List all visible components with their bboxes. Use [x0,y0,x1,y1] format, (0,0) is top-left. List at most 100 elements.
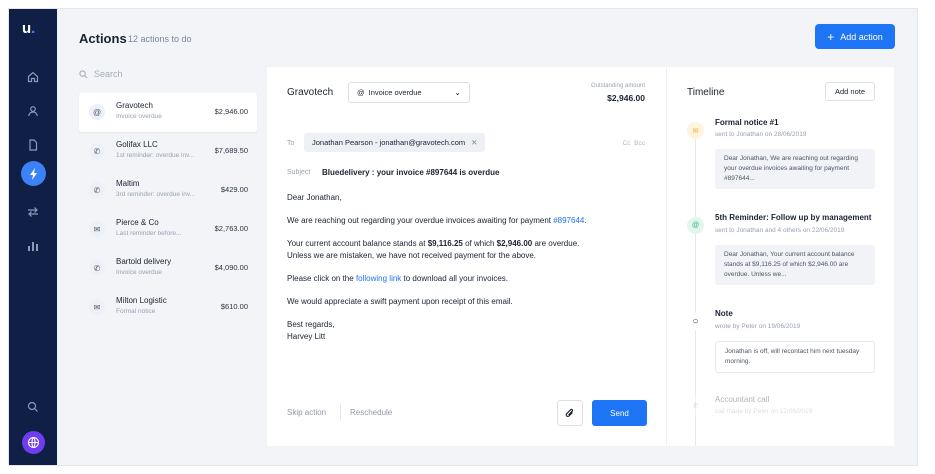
item-name: Golifax LLC [116,140,158,149]
transfer-icon[interactable] [23,202,43,222]
mail-icon: ✉ [89,299,105,315]
timeline-panel: Timeline Add note ✉ Formal notice #1 sen… [667,67,894,446]
list-item[interactable]: ✉ Pierce & Co Last reminder before... $2… [79,210,257,249]
subject-label: Subject [287,169,311,176]
sidebar: u. [9,9,57,465]
item-subtitle: Invoice overdue [116,269,162,276]
template-value: Invoice overdue [368,88,422,97]
item-amount: $7,689.50 [214,146,248,155]
chart-icon[interactable] [23,236,43,256]
bolt-icon[interactable] [21,161,46,186]
timeline-event-content[interactable]: Jonathan is off, will recontact him next… [715,341,875,373]
template-select[interactable]: @ Invoice overdue ⌄ [348,82,470,103]
email-body[interactable]: Dear Jonathan, We are reaching out regar… [287,192,652,354]
item-amount: $4,090.00 [214,263,248,272]
plus-icon: + [827,29,835,44]
invoice-link[interactable]: #897644 [553,216,584,225]
to-label: To [287,140,295,147]
item-amount: $2,763.00 [214,224,248,233]
item-name: Milton Logistic [116,296,167,305]
phone-icon: ✆ [89,260,105,276]
item-subtitle: Last reminder before... [116,230,182,237]
phone-icon: ✆ [687,397,704,414]
timeline-event-content[interactable]: Dear Jonathan, We are reaching out regar… [715,149,875,189]
paperclip-icon [565,408,574,417]
list-item[interactable]: ✆ Bartold delivery Invoice overdue $4,09… [79,249,257,288]
cc-bcc: Cc Bcc [623,140,645,147]
close-icon[interactable]: ✕ [471,138,477,147]
timeline-event-title: Note [715,309,733,318]
paragraph-2: Your current account balance stands at $… [287,239,580,260]
bcc-link[interactable]: Bcc [634,140,645,147]
list-item[interactable]: ✆ Golifax LLC 1st reminder: overdue inv.… [79,132,257,171]
home-icon[interactable] [23,67,43,87]
item-name: Pierce & Co [116,218,159,227]
search-input[interactable]: Search [79,69,123,79]
item-subtitle: Formal notice [116,308,156,315]
timeline-event-meta: wrote by Peter on 19/06/2019 [715,323,801,330]
divider [340,404,341,420]
skip-action-button[interactable]: Skip action [287,408,326,417]
add-note-button[interactable]: Add note [825,82,875,101]
reschedule-button[interactable]: Reschedule [350,408,392,417]
signature: Best regards, Harvey Litt [287,320,335,341]
timeline-event-meta: sent to Jonathan on 28/06/2019 [715,131,807,138]
action-list: @ Gravotech Invoice overdue $2,946.00 ✆ … [79,93,257,327]
at-icon: @ [89,104,105,120]
item-name: Bartold delivery [116,257,172,266]
item-name: Maltim [116,179,140,188]
item-amount: $429.00 [220,185,248,194]
timeline-event-title: Formal notice #1 [715,118,779,127]
greeting: Dear Jonathan, [287,193,342,202]
chat-icon[interactable] [23,397,43,417]
mail-icon: ✉ [687,122,704,139]
globe-icon[interactable] [22,431,45,454]
company-name: Gravotech [287,87,334,98]
item-subtitle: 3rd reminder: overdue inv... [116,191,195,198]
item-subtitle: Invoice overdue [116,113,162,120]
timeline-event-meta: sent to Jonathan and 4 others on 22/06/2… [715,227,845,234]
outstanding-label: Outstanding amount [590,83,645,89]
comment-icon: ○ [687,313,704,330]
list-item[interactable]: ✉ Milton Logistic Formal notice $610.00 [79,288,257,327]
item-name: Gravotech [116,101,153,110]
mail-icon: ✉ [89,221,105,237]
download-link[interactable]: following link [356,274,401,283]
attachment-button[interactable] [557,400,583,426]
add-action-button[interactable]: + Add action [815,24,895,49]
paragraph-4: We would appreciate a swift payment upon… [287,297,513,306]
item-subtitle: 1st reminder: overdue inv... [116,152,195,159]
paragraph-3: Please click on the following link to do… [287,274,509,283]
item-amount: $2,946.00 [214,107,248,116]
at-icon: @ [687,217,704,234]
cc-link[interactable]: Cc [623,140,631,147]
email-composer: Gravotech @ Invoice overdue ⌄ Outstandin… [267,67,667,446]
search-icon [79,69,88,78]
timeline-event-title: 5th Reminder: Follow up by management [715,213,872,222]
app-logo[interactable]: u. [22,20,35,37]
user-icon[interactable] [23,101,43,121]
list-item[interactable]: @ Gravotech Invoice overdue $2,946.00 [79,93,257,132]
app-window: u. Actions 12 actions to do + Add action [8,8,918,466]
search-placeholder: Search [94,69,123,79]
document-icon[interactable] [23,135,43,155]
recipient-text: Jonathan Pearson - jonathan@gravotech.co… [312,138,466,147]
at-icon: @ [357,88,365,97]
phone-icon: ✆ [89,143,105,159]
page-title: Actions [79,31,127,46]
timeline-event-meta: call made by Peter on 12/06/2019 [715,408,813,415]
chevron-down-icon: ⌄ [454,88,461,97]
phone-icon: ✆ [89,182,105,198]
subject-field[interactable]: Bluedelivery : your invoice #897644 is o… [322,168,499,177]
item-amount: $610.00 [220,302,248,311]
outstanding-amount: $2,946.00 [607,93,645,103]
list-item[interactable]: ✆ Maltim 3rd reminder: overdue inv... $4… [79,171,257,210]
actions-count: 12 actions to do [128,34,192,44]
send-button[interactable]: Send [592,400,647,426]
timeline-event-title: Accountant call [715,395,770,404]
paragraph-1: We are reaching out regarding your overd… [287,216,587,225]
add-action-label: Add action [840,31,883,42]
recipient-chip[interactable]: Jonathan Pearson - jonathan@gravotech.co… [304,133,486,152]
composer-footer: Skip action Reschedule Send [287,400,647,426]
timeline-event-content[interactable]: Dear Jonathan, Your current account bala… [715,245,875,285]
